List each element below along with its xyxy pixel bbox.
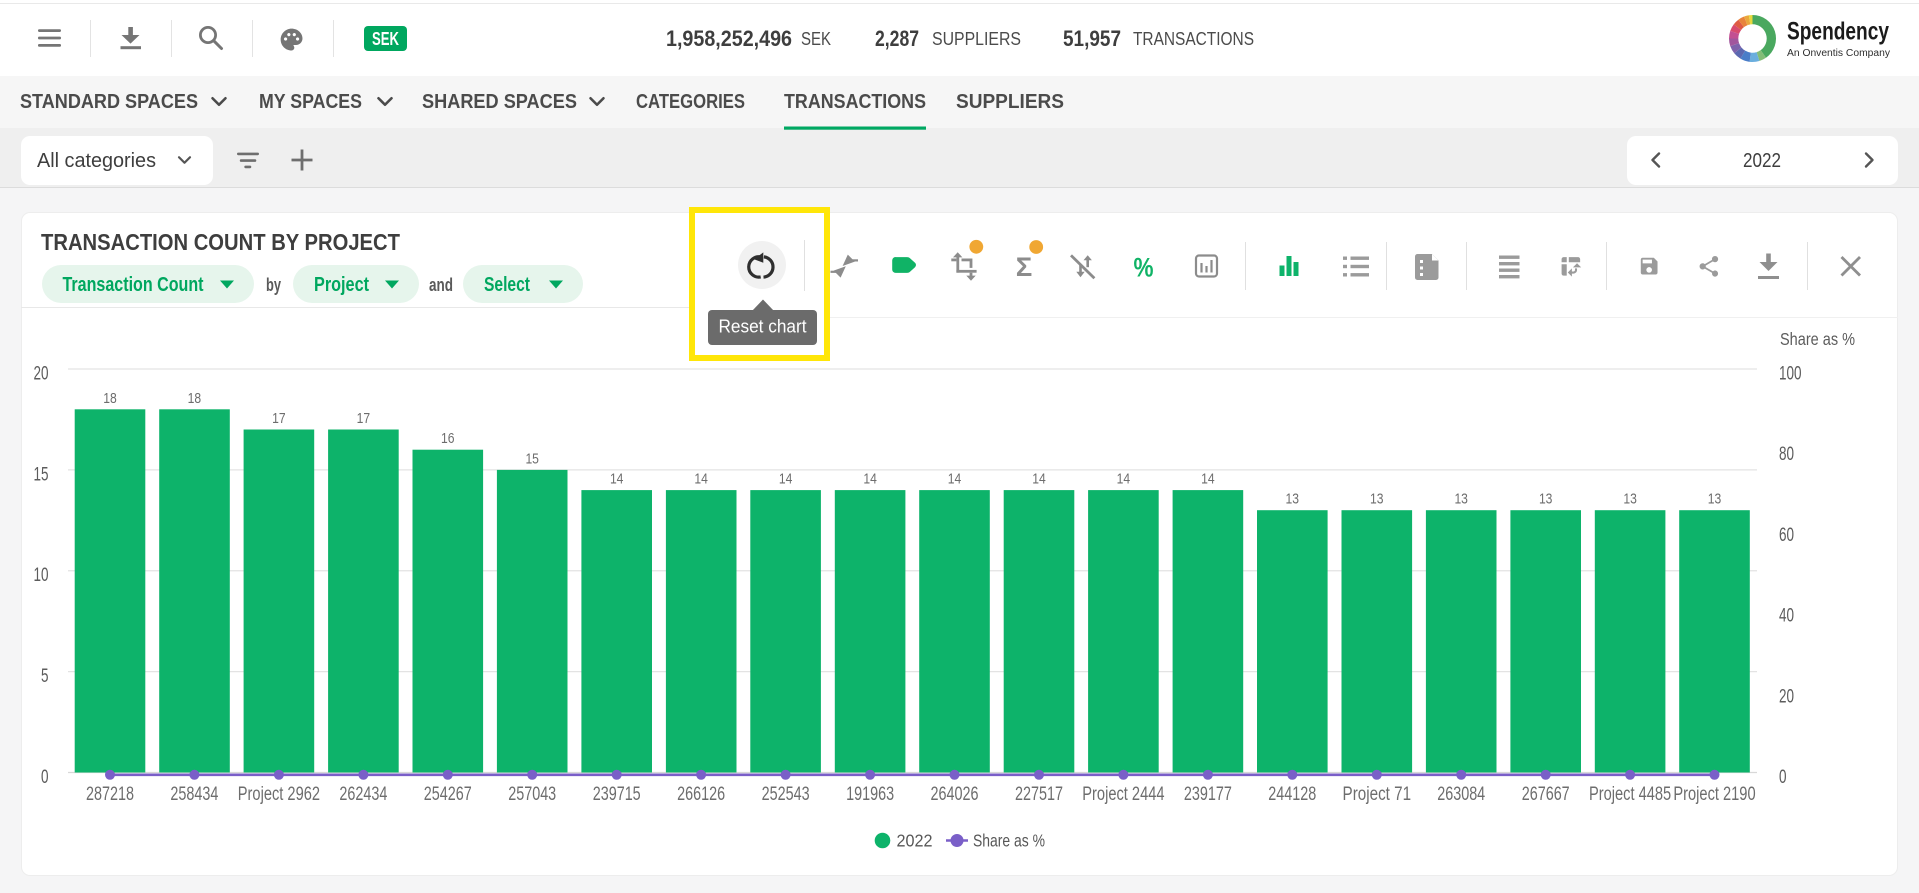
svg-text:287218: 287218 <box>86 784 134 805</box>
svg-text:14: 14 <box>779 472 793 488</box>
svg-text:Project: Project <box>314 274 369 296</box>
svg-text:Project 4485: Project 4485 <box>1589 784 1671 805</box>
svg-text:Project 2444: Project 2444 <box>1082 784 1165 805</box>
svg-text:13: 13 <box>1370 492 1384 508</box>
svg-text:267667: 267667 <box>1522 784 1570 805</box>
svg-text:14: 14 <box>1201 472 1215 488</box>
svg-text:Share as %: Share as % <box>1780 329 1855 349</box>
svg-text:227517: 227517 <box>1015 784 1063 805</box>
svg-text:Project 2962: Project 2962 <box>238 784 320 805</box>
svg-text:266126: 266126 <box>677 784 725 805</box>
svg-text:Project 2190: Project 2190 <box>1673 784 1755 805</box>
svg-text:14: 14 <box>948 472 962 488</box>
svg-text:14: 14 <box>1117 472 1131 488</box>
svg-text:SHARED SPACES: SHARED SPACES <box>422 91 577 113</box>
svg-text:0: 0 <box>1779 767 1787 788</box>
svg-text:100: 100 <box>1779 364 1802 385</box>
svg-text:262434: 262434 <box>339 784 387 805</box>
svg-text:80: 80 <box>1779 444 1794 465</box>
svg-text:2022: 2022 <box>897 831 933 851</box>
svg-text:14: 14 <box>1032 472 1046 488</box>
svg-text:2,287: 2,287 <box>875 26 919 51</box>
svg-text:16: 16 <box>441 431 455 447</box>
svg-text:MY SPACES: MY SPACES <box>259 91 362 113</box>
svg-text:SEK: SEK <box>372 29 399 49</box>
svg-text:60: 60 <box>1779 525 1794 546</box>
svg-text:Transaction Count: Transaction Count <box>63 274 204 296</box>
svg-text:2022: 2022 <box>1743 150 1781 172</box>
svg-text:TRANSACTION COUNT BY PROJECT: TRANSACTION COUNT BY PROJECT <box>41 229 400 255</box>
svg-text:17: 17 <box>272 411 286 427</box>
svg-text:Select: Select <box>484 274 530 296</box>
svg-text:264026: 264026 <box>931 784 979 805</box>
svg-text:14: 14 <box>863 472 877 488</box>
svg-text:15: 15 <box>525 451 539 467</box>
svg-text:254267: 254267 <box>424 784 472 805</box>
svg-text:263084: 263084 <box>1437 784 1485 805</box>
svg-text:14: 14 <box>610 472 624 488</box>
svg-text:STANDARD SPACES: STANDARD SPACES <box>20 91 198 113</box>
svg-text:10: 10 <box>34 565 49 586</box>
svg-text:252543: 252543 <box>762 784 810 805</box>
svg-text:TRANSACTIONS: TRANSACTIONS <box>1133 29 1254 49</box>
svg-text:Share as %: Share as % <box>973 831 1045 851</box>
svg-text:17: 17 <box>357 411 371 427</box>
svg-text:Spendency: Spendency <box>1787 18 1889 46</box>
svg-text:%: % <box>1134 253 1154 283</box>
svg-text:244128: 244128 <box>1268 784 1316 805</box>
svg-text:Reset chart: Reset chart <box>719 317 807 337</box>
svg-text:SEK: SEK <box>801 29 831 49</box>
svg-text:Σ: Σ <box>1016 252 1033 282</box>
svg-text:Project 71: Project 71 <box>1343 784 1412 805</box>
svg-text:239715: 239715 <box>593 784 641 805</box>
svg-text:and: and <box>429 275 453 295</box>
svg-text:15: 15 <box>34 464 49 485</box>
svg-text:13: 13 <box>1623 492 1637 508</box>
svg-text:1,958,252,496: 1,958,252,496 <box>666 26 792 51</box>
svg-text:0: 0 <box>41 767 49 788</box>
svg-text:20: 20 <box>34 364 49 385</box>
svg-text:40: 40 <box>1779 606 1794 627</box>
svg-text:SUPPLIERS: SUPPLIERS <box>932 29 1021 49</box>
svg-text:13: 13 <box>1454 492 1468 508</box>
svg-text:18: 18 <box>103 391 117 407</box>
svg-text:All categories: All categories <box>37 150 156 172</box>
svg-text:191963: 191963 <box>846 784 894 805</box>
svg-text:5: 5 <box>41 666 49 687</box>
svg-text:257043: 257043 <box>508 784 556 805</box>
svg-text:239177: 239177 <box>1184 784 1232 805</box>
svg-text:51,957: 51,957 <box>1063 26 1121 51</box>
svg-text:13: 13 <box>1708 492 1722 508</box>
svg-text:CATEGORIES: CATEGORIES <box>636 91 745 113</box>
svg-text:13: 13 <box>1286 492 1300 508</box>
svg-text:by: by <box>266 275 281 295</box>
svg-text:18: 18 <box>188 391 202 407</box>
svg-text:SUPPLIERS: SUPPLIERS <box>956 91 1064 113</box>
svg-text:20: 20 <box>1779 686 1794 707</box>
svg-text:TRANSACTIONS: TRANSACTIONS <box>784 91 926 113</box>
svg-text:14: 14 <box>694 472 708 488</box>
svg-text:13: 13 <box>1539 492 1553 508</box>
svg-text:An Onventis Company: An Onventis Company <box>1787 48 1890 59</box>
svg-text:258434: 258434 <box>170 784 218 805</box>
